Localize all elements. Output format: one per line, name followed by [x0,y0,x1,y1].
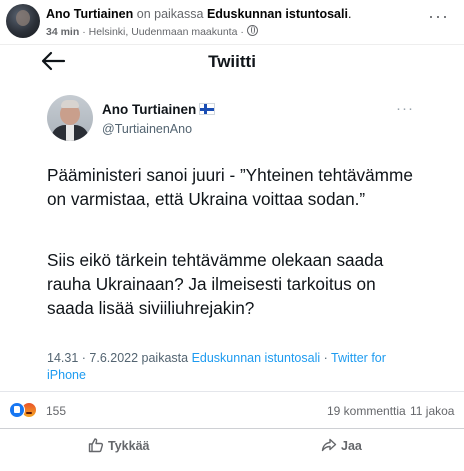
tweet-author-name-text: Ano Turtiainen [102,102,197,117]
tweet-paragraph-2: Siis eikö tärkein tehtävämme olekaan saa… [47,250,384,318]
tweet-author-name: Ano Turtiainen [102,102,216,117]
checkin-connector: on paikassa [136,7,204,21]
author-name-link[interactable]: Ano Turtiainen [46,7,133,21]
tweet-author-handle: @TurtiainenAno [102,122,193,136]
action-bar: Tykkää Jaa [0,428,464,465]
author-avatar[interactable] [6,4,40,38]
tweet-meta-sep: · [323,351,328,365]
reaction-count[interactable]: 155 [46,404,66,418]
post-meta: 34 min · Helsinki, Uudenmaan maakunta · [46,25,258,38]
post-timestamp[interactable]: 34 min [46,26,79,38]
like-button[interactable]: Tykkää [88,437,149,453]
share-label: Jaa [341,439,362,453]
thumbs-up-icon [88,438,104,453]
tweet-meta: 14.31 · 7.6.2022 paikasta Eduskunnan ist… [47,350,427,384]
post-location[interactable]: Helsinki, Uudenmaan maakunta [89,26,238,38]
meta-dot-2: · [240,26,244,38]
share-button[interactable]: Jaa [321,437,362,453]
shares-count[interactable]: 11 jakoa [410,404,454,418]
post-title: Ano Turtiainen on paikassa Eduskunnan is… [46,7,351,21]
place-link[interactable]: Eduskunnan istuntosali [207,7,348,21]
post-options-button[interactable]: ··· [428,6,449,26]
globe-icon [246,25,258,36]
like-label: Tykkää [108,439,150,453]
tweet-place-link: Eduskunnan istuntosali [191,351,321,365]
like-reaction-icon[interactable] [9,402,25,418]
post-header: Ano Turtiainen on paikassa Eduskunnan is… [0,0,464,44]
tweet-timestamp: 14.31 · 7.6.2022 paikasta [47,351,189,365]
tweet-paragraph-1: Pääministeri sanoi juuri - ”Yhteinen teh… [47,165,413,209]
finland-flag-icon [199,103,216,115]
title-period: . [347,7,352,21]
tweet-author-avatar [47,95,93,141]
tweet-screenshot[interactable]: Twiitti Ano Turtiainen @TurtiainenAno ··… [0,44,464,392]
meta-dot: · [82,26,86,38]
share-arrow-icon [321,438,337,452]
comments-count[interactable]: 19 kommenttia [327,404,406,418]
reactions-bar: 155 19 kommenttia 11 jakoa [0,399,464,421]
tweet-header-title: Twiitti [208,52,256,71]
tweet-more-icon: ··· [396,100,414,117]
